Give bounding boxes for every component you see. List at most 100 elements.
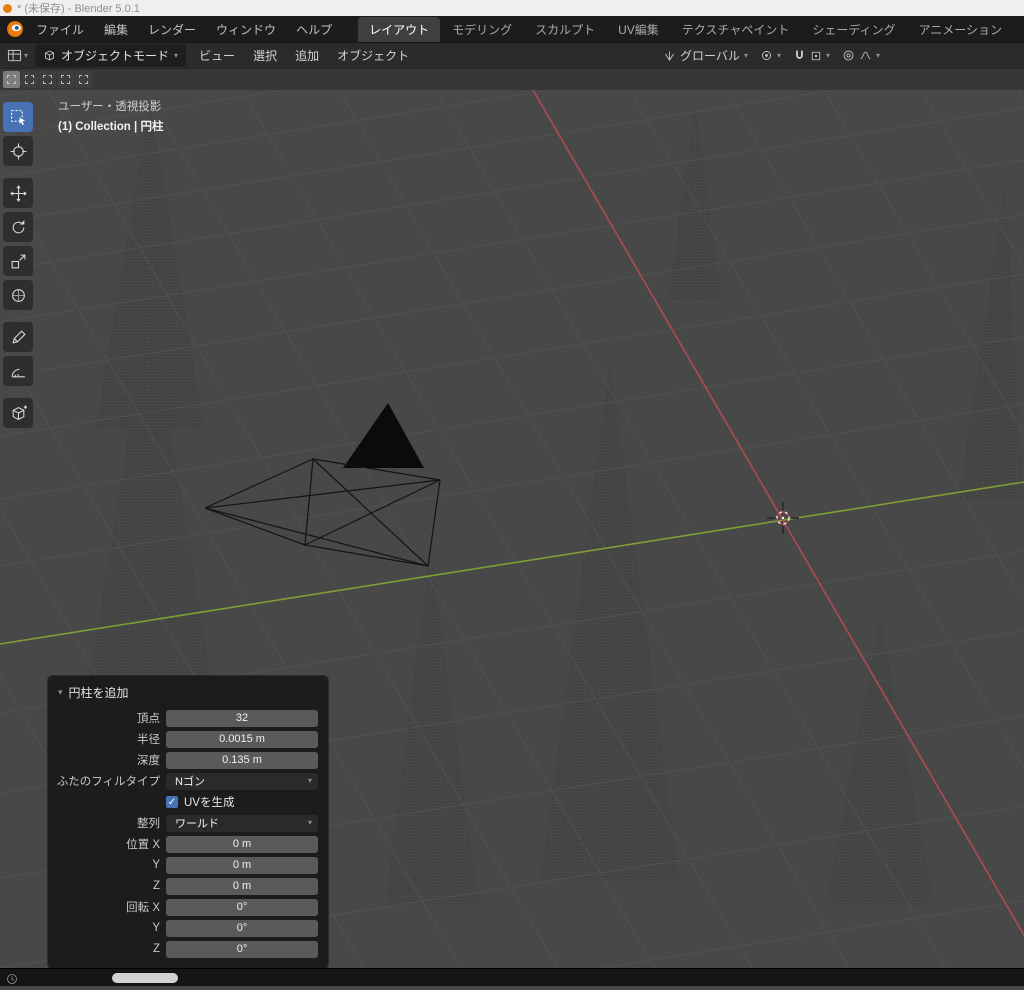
- topbar: ファイル 編集 レンダー ウィンドウ ヘルプ レイアウト モデリング スカルプト UV編集 テク…: [0, 16, 1024, 42]
- checkbox-icon[interactable]: ✓: [166, 796, 178, 808]
- pivot-point-icon: [761, 51, 771, 60]
- snap-controls[interactable]: ▾: [793, 49, 830, 62]
- proportional-editing-icon: [843, 50, 854, 61]
- op-field-generate-uvs[interactable]: ✓ UVを生成: [166, 794, 328, 810]
- select-subtract-icon[interactable]: [39, 71, 56, 88]
- viewport-menu-object[interactable]: オブジェクト: [328, 43, 418, 68]
- op-field-align[interactable]: ワールド ▾: [166, 814, 318, 832]
- select-set-icon[interactable]: [3, 71, 20, 88]
- op-field-radius[interactable]: 0.0015 m: [166, 730, 318, 748]
- menu-render[interactable]: レンダー: [138, 17, 206, 42]
- op-field-rotation-x[interactable]: 0°: [166, 898, 318, 916]
- op-row-radius: 半径 0.0015 m: [48, 729, 328, 749]
- viewport-menu-select[interactable]: 選択: [244, 43, 286, 68]
- viewport-header-menus: ビュー 選択 追加 オブジェクト: [190, 43, 418, 68]
- op-row-rotation-z: Z 0°: [48, 939, 328, 959]
- add-cube-icon: [10, 405, 27, 422]
- op-label-align: 整列: [137, 818, 160, 830]
- menu-file[interactable]: ファイル: [26, 17, 94, 42]
- proportional-editing-controls[interactable]: ▾: [842, 49, 880, 62]
- op-row-align: 整列 ワールド ▾: [48, 813, 328, 833]
- operator-panel[interactable]: ▾ 円柱を追加 頂点 32 半径 0.0015 m 深度 0.135 m ふたのフィルタイプ…: [48, 676, 328, 968]
- workspace-tab-animation[interactable]: アニメーション: [908, 17, 1014, 42]
- menu-window[interactable]: ウィンドウ: [206, 17, 286, 42]
- op-field-location-x[interactable]: 0 m: [166, 835, 318, 853]
- tool-rotate-button[interactable]: [3, 212, 33, 242]
- menu-help[interactable]: ヘルプ: [286, 17, 342, 42]
- op-value-location-z: 0 m: [232, 880, 252, 892]
- op-field-rotation-z[interactable]: 0°: [166, 940, 318, 958]
- tool-transform-button[interactable]: [3, 280, 33, 310]
- op-label-location-z: Z: [152, 880, 160, 892]
- tool-cursor-button[interactable]: [3, 136, 33, 166]
- op-row-rotation-y: Y 0°: [48, 918, 328, 938]
- orientation-label: グローバル: [680, 49, 740, 63]
- editor-type-button[interactable]: ▾: [4, 46, 31, 65]
- chevron-down-icon: ▾: [24, 50, 29, 60]
- op-label-depth: 深度: [137, 755, 160, 767]
- workspace-tab-sculpting[interactable]: スカルプト: [524, 17, 606, 42]
- viewport-3d[interactable]: ユーザー・透視投影 (1) Collection | 円柱 ▾ 円柱を追加 頂点…: [0, 90, 1024, 968]
- 3d-cursor: [767, 502, 799, 534]
- tool-select-box-button[interactable]: [3, 102, 33, 132]
- op-row-location-y: Y 0 m: [48, 855, 328, 875]
- op-row-location-z: Z 0 m: [48, 876, 328, 896]
- snap-target-icon: [811, 51, 821, 60]
- workspace-tab-layout[interactable]: レイアウト: [358, 16, 441, 42]
- timeline-bar: [0, 968, 1024, 986]
- select-extend-icon: [25, 75, 34, 84]
- pivot-point-dropdown[interactable]: ▾: [760, 49, 781, 62]
- select-set-icon: [7, 75, 16, 84]
- workspace-tab-shading[interactable]: シェーディング: [801, 17, 906, 42]
- op-row-generate-uvs: ✓ UVを生成: [48, 792, 328, 812]
- mode-selector[interactable]: オブジェクトモード ▾: [35, 44, 187, 67]
- viewport-header: ▾ オブジェクトモード ▾ ビュー 選択 追加 オブジェクト グローバル ▾ ▾ ▾ …: [0, 42, 1024, 68]
- operator-panel-title: 円柱を追加: [68, 686, 129, 700]
- tool-scale-button[interactable]: [3, 246, 33, 276]
- blender-app-icon: [3, 3, 12, 13]
- select-intersect-icon[interactable]: [75, 71, 92, 88]
- blender-logo-icon[interactable]: [6, 19, 24, 39]
- op-field-location-z[interactable]: 0 m: [166, 877, 318, 895]
- workspace-tab-rendering[interactable]: レンダリング: [1014, 17, 1020, 42]
- workspace-tab-uv-editing[interactable]: UV編集: [607, 17, 670, 42]
- transform-icon: [10, 287, 27, 304]
- op-field-location-y[interactable]: 0 m: [166, 856, 318, 874]
- viewport-menu-view[interactable]: ビュー: [190, 43, 244, 68]
- op-label-rotation-x: 回転 X: [126, 902, 160, 914]
- workspace-tab-modeling[interactable]: モデリング: [441, 17, 523, 42]
- scale-icon: [10, 253, 27, 270]
- op-label-location-y: Y: [152, 859, 160, 871]
- op-field-rotation-y[interactable]: 0°: [166, 919, 318, 937]
- editor-type-clock-icon[interactable]: [6, 972, 18, 990]
- select-invert-icon[interactable]: [57, 71, 74, 88]
- op-label-location-x: 位置 X: [126, 839, 160, 851]
- select-intersect-icon: [79, 75, 88, 84]
- op-field-depth[interactable]: 0.135 m: [166, 751, 318, 769]
- camera-object[interactable]: [204, 403, 441, 567]
- select-extend-icon[interactable]: [21, 71, 38, 88]
- chevron-down-icon: ▾: [307, 776, 312, 785]
- chevron-down-icon: ▾: [174, 50, 179, 60]
- op-value-vertices: 32: [235, 712, 249, 724]
- tool-measure-button[interactable]: [3, 356, 33, 386]
- operator-panel-header[interactable]: ▾ 円柱を追加: [48, 681, 328, 708]
- op-field-cap-fill-type[interactable]: Nゴン ▾: [166, 772, 318, 790]
- op-check-label-generate-uvs: UVを生成: [184, 797, 235, 809]
- cursor-icon: [10, 143, 27, 160]
- mode-selector-label: オブジェクトモード: [61, 49, 170, 63]
- viewport-projection-label: ユーザー・透視投影: [58, 101, 162, 113]
- workspace-tab-texture-paint[interactable]: テクスチャペイント: [671, 17, 801, 42]
- op-row-depth: 深度 0.135 m: [48, 750, 328, 770]
- menu-edit[interactable]: 編集: [94, 17, 138, 42]
- tool-annotate-button[interactable]: [3, 322, 33, 352]
- transform-orientation-dropdown[interactable]: グローバル ▾: [663, 47, 748, 64]
- tool-settings-bar: [0, 68, 1024, 90]
- viewport-menu-add[interactable]: 追加: [286, 43, 328, 68]
- chevron-down-icon: ▾: [58, 687, 63, 697]
- op-field-vertices[interactable]: 32: [166, 709, 318, 727]
- tool-move-button[interactable]: [3, 178, 33, 208]
- tool-add-primitive-button[interactable]: [3, 398, 33, 428]
- op-label-rotation-y: Y: [152, 922, 160, 934]
- timeline-scrollbar[interactable]: [112, 973, 178, 983]
